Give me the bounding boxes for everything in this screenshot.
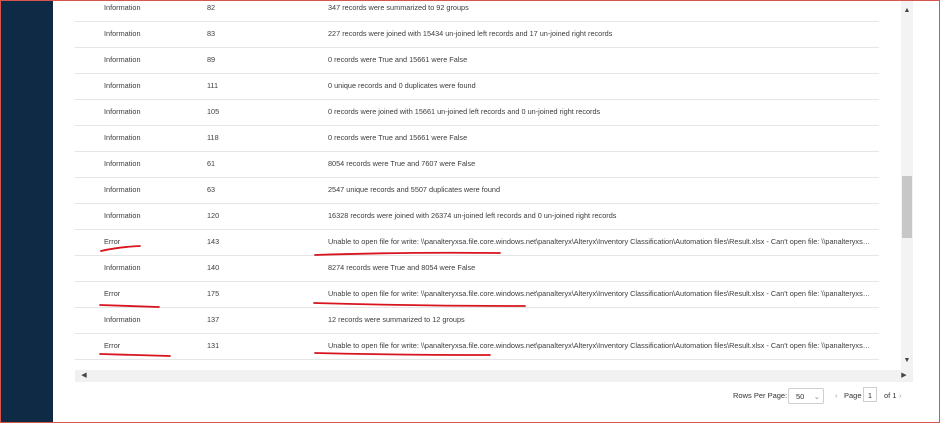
message-type-cell: Error (104, 237, 121, 246)
rows-per-page-value: 50 (796, 392, 805, 401)
table-row[interactable]: Information 111 0 unique records and 0 dup… (75, 73, 879, 100)
message-type-cell: Information (104, 159, 141, 168)
message-type-cell: Information (104, 133, 141, 142)
message-cell: Unable to open file for write: \\panalte… (328, 341, 873, 350)
table-row[interactable]: Information 137 12 records were summarized… (75, 307, 879, 334)
message-type-cell: Information (104, 263, 141, 272)
message-type-cell: Information (104, 211, 141, 220)
message-type-cell: Information (104, 29, 141, 38)
pagination-bar: Rows Per Page: 50 ⌄ ‹ Page 1 of 1 › (53, 382, 940, 423)
table-row[interactable]: Information 120 16328 records were joined … (75, 203, 879, 230)
scroll-down-icon[interactable]: ▼ (901, 356, 913, 366)
message-cell: 2547 unique records and 5507 duplicates … (328, 185, 501, 194)
message-type-cell: Information (104, 315, 141, 324)
tool-id-cell: 118 (207, 133, 219, 142)
message-cell: 0 records were joined with 15661 un-join… (328, 107, 601, 116)
tool-id-cell: 131 (207, 341, 220, 350)
tool-id-cell: 89 (207, 55, 216, 64)
table-row[interactable]: Information 61 8054 records were True and … (75, 151, 879, 178)
message-type-cell: Information (104, 107, 141, 116)
rows-per-page-label: Rows Per Page: (733, 391, 788, 400)
table-row[interactable]: Information 89 0 records were True and 156… (75, 47, 879, 74)
page-number-input[interactable]: 1 (863, 387, 877, 402)
message-cell: Unable to open file for write: \\panalte… (328, 289, 873, 298)
message-cell: 347 records were summarized to 92 groups (328, 3, 469, 12)
tool-id-cell: 175 (207, 289, 220, 298)
chevron-down-icon: ⌄ (813, 392, 820, 401)
message-cell: 0 unique records and 0 duplicates were f… (328, 81, 476, 90)
table-row[interactable]: Error 143 Unable to open file for write: \… (75, 229, 879, 256)
scroll-up-icon[interactable]: ▲ (901, 6, 913, 16)
tool-id-cell: 111 (207, 81, 219, 90)
message-cell: 0 records were True and 15661 were False (328, 133, 468, 142)
message-cell: 8054 records were True and 7607 were Fal… (328, 159, 476, 168)
scroll-right-icon[interactable]: ▶ (898, 371, 910, 381)
tool-id-cell: 137 (207, 315, 220, 324)
page-label: Page (844, 391, 862, 400)
table-row[interactable]: Information 118 0 records were True and 15… (75, 125, 879, 152)
table-row[interactable]: Information 140 8274 records were True and… (75, 255, 879, 282)
table-row[interactable]: Information 82 347 records were summarized… (75, 0, 879, 22)
tool-id-cell: 83 (207, 29, 216, 38)
vertical-scrollbar[interactable]: ▲ ▼ (901, 0, 913, 370)
table-row[interactable]: Error 175 Unable to open file for write: \… (75, 281, 879, 308)
message-cell: 12 records were summarized to 12 groups (328, 315, 465, 324)
left-nav-bar (0, 0, 53, 423)
next-page-icon[interactable]: › (899, 391, 902, 401)
tool-id-cell: 143 (207, 237, 220, 246)
rows-per-page-select[interactable]: 50 ⌄ (788, 388, 824, 404)
table-row[interactable]: Error 131 Unable to open file for write: \… (75, 333, 879, 360)
table-row[interactable]: Information 83 227 records were joined wit… (75, 21, 879, 48)
message-type-cell: Error (104, 341, 121, 350)
tool-id-cell: 61 (207, 159, 216, 168)
message-cell: 227 records were joined with 15434 un-jo… (328, 29, 613, 38)
messages-table: Information 82 347 records were summarized… (75, 0, 901, 370)
table-row[interactable]: Information 105 0 records were joined with… (75, 99, 879, 126)
page-count-label: of 1 (884, 391, 897, 400)
message-type-cell: Error (104, 289, 121, 298)
message-cell: 16328 records were joined with 26374 un-… (328, 211, 617, 220)
horizontal-scrollbar[interactable]: ◀ ▶ (75, 370, 913, 382)
tool-id-cell: 63 (207, 185, 216, 194)
scrollbar-thumb[interactable] (902, 176, 912, 238)
scroll-left-icon[interactable]: ◀ (78, 371, 90, 381)
message-type-cell: Information (104, 185, 141, 194)
message-cell: Unable to open file for write: \\panalte… (328, 237, 873, 246)
tool-id-cell: 105 (207, 107, 220, 116)
message-cell: 8274 records were True and 8054 were Fal… (328, 263, 476, 272)
message-type-cell: Information (104, 55, 141, 64)
tool-id-cell: 82 (207, 3, 216, 12)
message-type-cell: Information (104, 3, 141, 12)
tool-id-cell: 120 (207, 211, 220, 220)
message-cell: 0 records were True and 15661 were False (328, 55, 468, 64)
previous-page-icon[interactable]: ‹ (835, 391, 838, 401)
tool-id-cell: 140 (207, 263, 220, 272)
table-row[interactable]: Information 63 2547 unique records and 550… (75, 177, 879, 204)
message-type-cell: Information (104, 81, 141, 90)
